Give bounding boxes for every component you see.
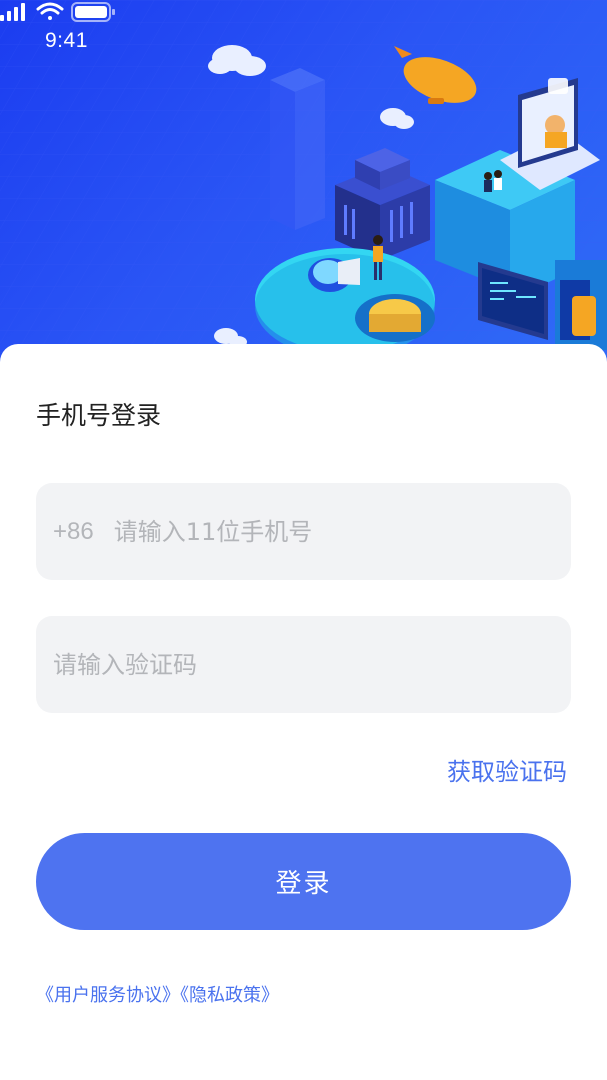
phone-input[interactable] — [113, 517, 534, 546]
battery-icon — [71, 2, 115, 22]
status-bar: 9:41 — [0, 0, 607, 80]
phone-field[interactable]: +86 — [36, 483, 571, 580]
status-time: 9:41 — [45, 29, 88, 52]
hero-banner: 9:41 — [0, 0, 607, 380]
login-button[interactable]: 登录 — [36, 833, 571, 930]
get-code-button[interactable]: 获取验证码 — [447, 752, 567, 787]
privacy-policy-link[interactable]: 《隐私政策》 — [180, 985, 279, 1006]
code-field[interactable] — [36, 616, 571, 713]
wifi-icon — [36, 2, 64, 20]
verification-code-input[interactable] — [53, 650, 473, 679]
agreement-links: 《用户服务协议》《隐私政策》 — [36, 981, 279, 1007]
status-icons — [0, 2, 115, 22]
country-code-prefix: +86 — [53, 517, 94, 545]
user-agreement-link[interactable]: 《用户服务协议》 — [36, 985, 180, 1006]
page-title: 手机号登录 — [36, 401, 162, 430]
signal-icon — [0, 3, 25, 21]
